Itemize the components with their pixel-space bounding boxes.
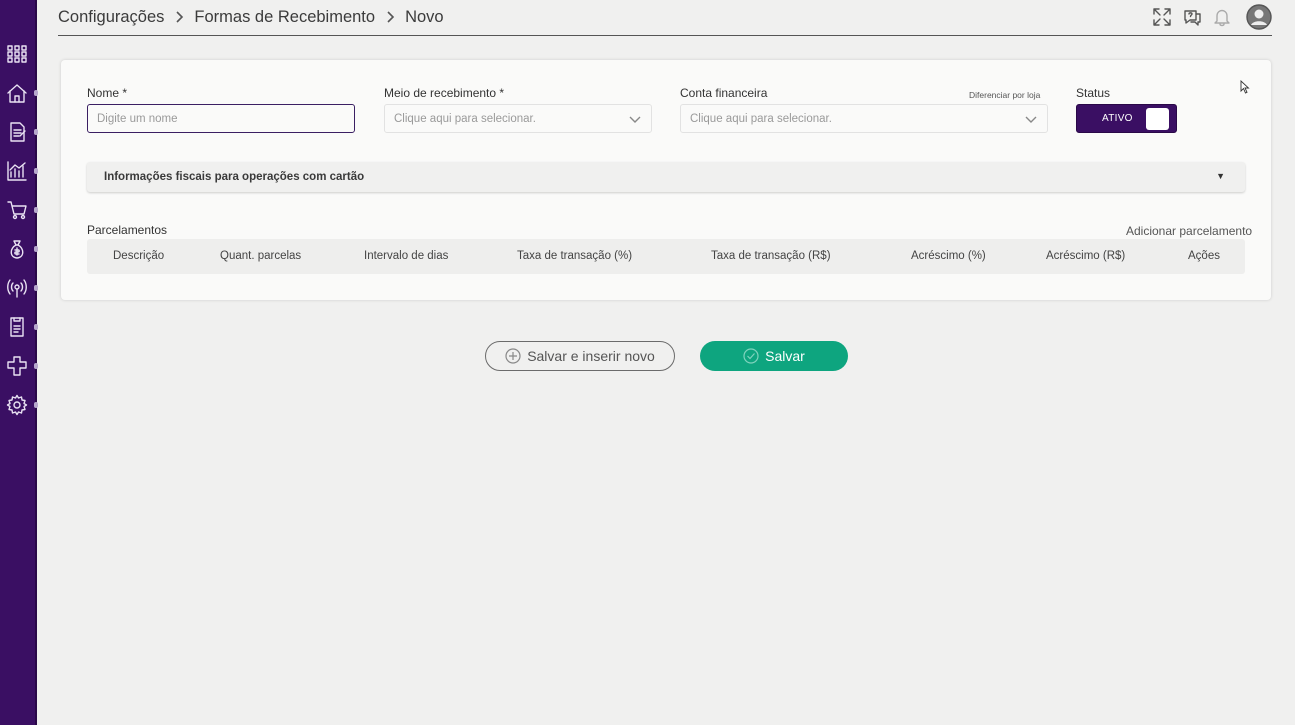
meio-recebimento-label: Meio de recebimento * <box>384 86 505 100</box>
status-label: Status <box>1076 86 1111 100</box>
chat-help-icon[interactable] <box>1181 6 1203 28</box>
toggle-knob <box>1146 108 1169 130</box>
sidebar <box>0 0 38 725</box>
breadcrumb-novo: Novo <box>405 7 444 26</box>
column-header[interactable]: Intervalo de dias <box>364 250 448 262</box>
column-header[interactable]: Descrição <box>113 250 164 262</box>
settings-gear-icon[interactable] <box>6 394 28 416</box>
column-header[interactable]: Acréscimo (R$) <box>1046 250 1125 262</box>
chevron-down-icon <box>1025 113 1037 125</box>
home-icon[interactable] <box>6 82 28 104</box>
conta-financeira-placeholder: Clique aqui para selecionar. <box>690 112 832 125</box>
save-label: Salvar <box>765 348 805 364</box>
form-card: Nome * Digite um nome Meio de recebiment… <box>61 60 1271 300</box>
save-button[interactable]: Salvar <box>700 341 848 371</box>
breadcrumb-configuracoes[interactable]: Configurações <box>58 8 164 27</box>
sidebar-indicator <box>34 402 38 408</box>
receipt-icon[interactable] <box>6 316 28 338</box>
sidebar-indicator <box>34 168 38 174</box>
caret-down-icon: ▼ <box>1216 171 1225 181</box>
plus-circle-icon <box>505 348 521 364</box>
nome-placeholder: Digite um nome <box>97 112 178 125</box>
sidebar-indicator <box>34 363 38 369</box>
column-header[interactable]: Quant. parcelas <box>220 250 301 262</box>
adicionar-parcelamento-link[interactable]: Adicionar parcelamento <box>1126 224 1252 238</box>
chevron-right-icon <box>383 10 397 24</box>
conta-financeira-select[interactable]: Clique aqui para selecionar. <box>680 104 1048 133</box>
sidebar-indicator <box>34 285 38 291</box>
nome-input[interactable]: Digite um nome <box>87 104 355 133</box>
mouse-cursor-icon <box>1240 79 1250 94</box>
save-and-new-button[interactable]: Salvar e inserir novo <box>485 341 675 371</box>
conta-financeira-label: Conta financeira <box>680 86 768 100</box>
meio-recebimento-placeholder: Clique aqui para selecionar. <box>394 112 536 125</box>
sidebar-indicator <box>34 246 38 252</box>
broadcast-icon[interactable] <box>6 277 28 299</box>
document-icon[interactable] <box>6 121 28 143</box>
diferenciar-por-loja-link[interactable]: Diferenciar por loja <box>969 90 1040 100</box>
column-header[interactable]: Taxa de transação (%) <box>517 250 632 262</box>
breadcrumb-formas-recebimento[interactable]: Formas de Recebimento <box>194 8 375 27</box>
chevron-down-icon <box>629 113 641 125</box>
puzzle-icon[interactable] <box>6 355 28 377</box>
nome-label: Nome * <box>87 86 128 100</box>
header-divider <box>58 35 1272 36</box>
fiscal-info-accordion[interactable]: Informações fiscais para operações com c… <box>87 162 1245 192</box>
column-header[interactable]: Acréscimo (%) <box>911 250 986 262</box>
column-header[interactable]: Ações <box>1188 250 1220 262</box>
column-header[interactable]: Taxa de transação (R$) <box>711 250 831 262</box>
meio-recebimento-select[interactable]: Clique aqui para selecionar. <box>384 104 652 133</box>
accordion-title: Informações fiscais para operações com c… <box>104 171 365 183</box>
chart-icon[interactable] <box>6 160 28 182</box>
save-and-new-label: Salvar e inserir novo <box>527 348 655 364</box>
apps-grid-icon[interactable] <box>6 43 28 65</box>
cart-icon[interactable] <box>6 199 28 221</box>
sidebar-indicator <box>34 207 38 213</box>
expand-icon[interactable] <box>1151 6 1173 28</box>
user-avatar-icon[interactable] <box>1246 4 1272 30</box>
parcelamentos-title: Parcelamentos <box>87 223 168 237</box>
bell-icon[interactable] <box>1211 6 1233 28</box>
status-toggle-text: ATIVO <box>1102 113 1133 124</box>
money-bag-icon[interactable] <box>6 238 28 260</box>
parcelamentos-table-header: Descrição Quant. parcelas Intervalo de d… <box>87 239 1245 274</box>
sidebar-indicator <box>34 90 38 96</box>
sidebar-indicator <box>34 129 38 135</box>
status-toggle[interactable]: ATIVO <box>1076 104 1177 133</box>
chevron-right-icon <box>172 10 186 24</box>
breadcrumb: Configurações Formas de Recebimento Novo <box>58 6 444 28</box>
sidebar-indicator <box>34 324 38 330</box>
check-circle-icon <box>743 348 759 364</box>
